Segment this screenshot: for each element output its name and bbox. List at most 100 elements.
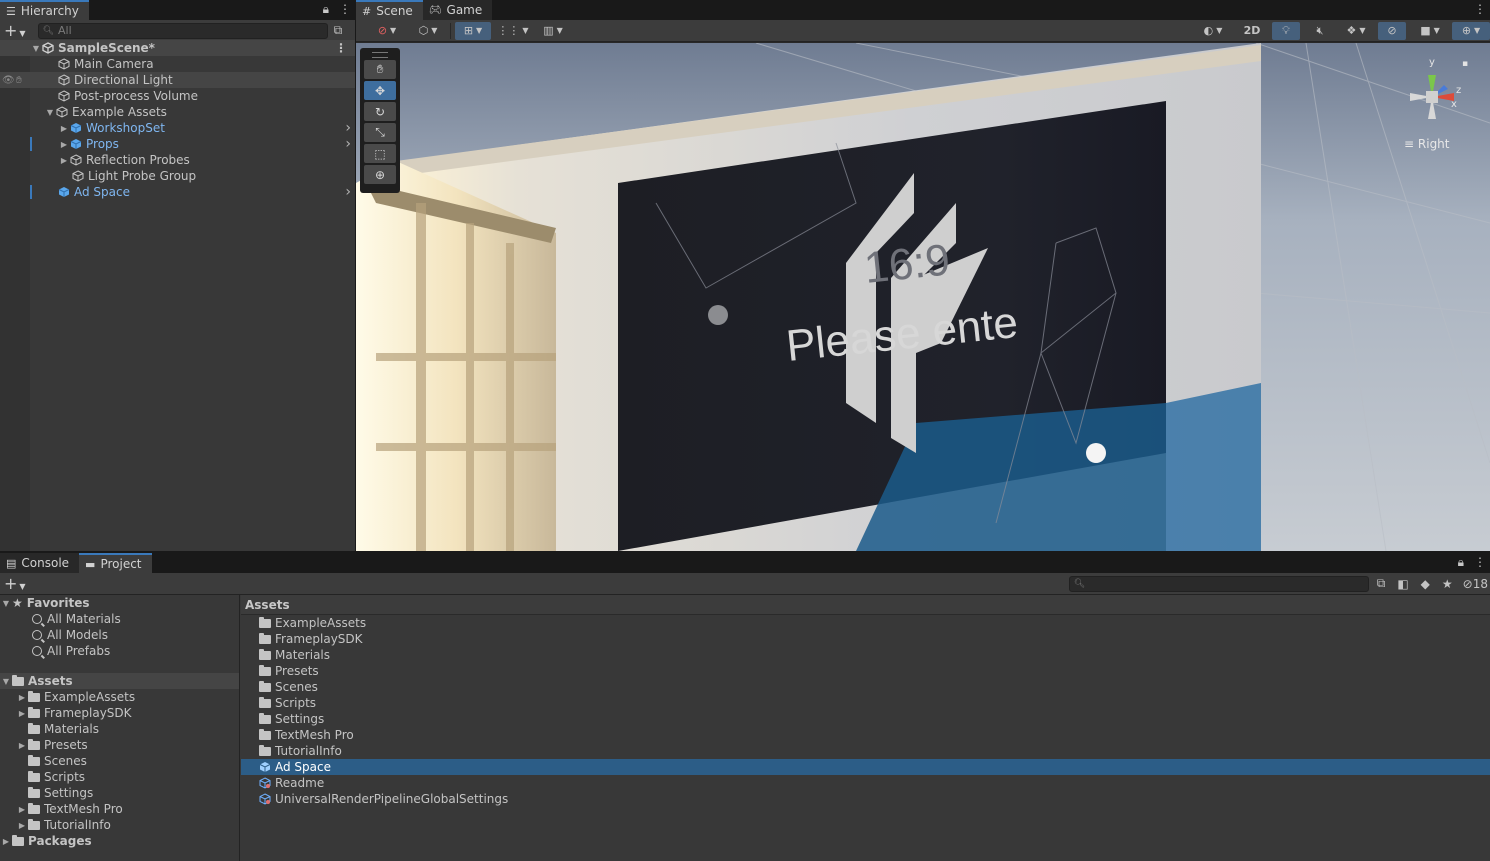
collapse-arrow-icon[interactable]: ▶ bbox=[0, 837, 12, 846]
orientation-gizmo[interactable]: y x z ▪ ≡ Right bbox=[1404, 57, 1468, 151]
collapse-arrow-icon[interactable]: ▶ bbox=[16, 741, 28, 750]
more-menu-icon[interactable]: ⋮ bbox=[1474, 555, 1486, 570]
collapse-arrow-icon[interactable]: ▶ bbox=[58, 156, 70, 165]
grid-toggle[interactable]: ⊞ ▼ bbox=[455, 21, 491, 40]
asset-folder-textmesh-pro[interactable]: TextMesh Pro bbox=[241, 727, 1490, 743]
asset-folder-materials[interactable]: Materials bbox=[241, 647, 1490, 663]
lighting-toggle[interactable]: 💡︎ bbox=[1272, 21, 1300, 40]
packages-tree-header[interactable]: ▶ Packages bbox=[0, 833, 239, 849]
chevron-right-icon[interactable]: › bbox=[345, 184, 351, 200]
favorite-all-materials[interactable]: All Materials bbox=[0, 611, 239, 627]
transform-tool-button[interactable]: ⊕ bbox=[364, 165, 396, 184]
hierarchy-item-directional-light[interactable]: 👁︎ ✋︎ Directional Light bbox=[0, 72, 355, 88]
collapse-arrow-icon[interactable]: ▶ bbox=[58, 140, 70, 149]
asset-folder-frameplaysdk[interactable]: FrameplaySDK bbox=[241, 631, 1490, 647]
hierarchy-item-props[interactable]: ▶ Props › bbox=[0, 136, 355, 152]
pickable-hand-icon[interactable]: ✋︎ bbox=[16, 75, 22, 86]
2d-toggle-button[interactable]: 2D bbox=[1238, 22, 1266, 40]
chevron-right-icon[interactable]: › bbox=[345, 120, 351, 136]
asset-folder-scripts[interactable]: Scripts bbox=[241, 695, 1490, 711]
collapse-arrow-icon[interactable]: ▶ bbox=[58, 124, 70, 133]
move-tool-button[interactable]: ✥ bbox=[364, 81, 396, 100]
more-menu-icon[interactable]: ⋮ bbox=[1474, 2, 1486, 16]
scene-row[interactable]: ▼ SampleScene* ⋮ bbox=[0, 40, 355, 56]
tree-folder-settings[interactable]: Settings bbox=[0, 785, 239, 801]
create-dropdown-button[interactable]: + ▼ bbox=[4, 574, 26, 593]
hierarchy-item-reflection-probes[interactable]: ▶ Reflection Probes bbox=[0, 152, 355, 168]
asset-urp-global-settings[interactable]: UniversalRenderPipelineGlobalSettings bbox=[241, 791, 1490, 807]
asset-folder-scenes[interactable]: Scenes bbox=[241, 679, 1490, 695]
collapse-arrow-icon[interactable]: ▶ bbox=[16, 693, 28, 702]
collapse-arrow-icon[interactable]: ▶ bbox=[16, 805, 28, 814]
more-menu-icon[interactable]: ⋮ bbox=[339, 2, 351, 17]
rotate-tool-button[interactable]: ↻ bbox=[364, 102, 396, 121]
hierarchy-item-workshopset[interactable]: ▶ WorkshopSet › bbox=[0, 120, 355, 136]
tab-game[interactable]: 🎮︎ Game bbox=[422, 0, 493, 20]
camera-dropdown[interactable]: ■ ▼ bbox=[1410, 22, 1450, 40]
audio-toggle[interactable]: 🔇︎ bbox=[1306, 22, 1334, 40]
tree-folder-scripts[interactable]: Scripts bbox=[0, 769, 239, 785]
collapse-arrow-icon[interactable]: ▶ bbox=[16, 709, 28, 718]
tools-handle[interactable] bbox=[372, 52, 388, 58]
shading-dropdown[interactable]: ◐ ▼ bbox=[1194, 22, 1232, 40]
draw-mode-dropdown[interactable]: ⊘ ▼ bbox=[370, 22, 404, 40]
hierarchy-item-example-assets[interactable]: ▼ Example Assets bbox=[0, 104, 355, 120]
asset-folder-settings[interactable]: Settings bbox=[241, 711, 1490, 727]
tree-folder-scenes[interactable]: Scenes bbox=[0, 753, 239, 769]
tree-folder-exampleassets[interactable]: ▶ ExampleAssets bbox=[0, 689, 239, 705]
hierarchy-item-post-process-volume[interactable]: Post-process Volume bbox=[0, 88, 355, 104]
lock-icon[interactable]: 🔒︎ bbox=[1458, 555, 1464, 570]
increment-snap-dropdown[interactable]: ▥ ▼ bbox=[535, 22, 571, 40]
assets-tree-header[interactable]: ▼ Assets bbox=[0, 673, 239, 689]
tree-folder-frameplaysdk[interactable]: ▶ FrameplaySDK bbox=[0, 705, 239, 721]
filter-by-label-icon[interactable]: ◆ bbox=[1421, 577, 1430, 591]
scene-menu-icon[interactable]: ⋮ bbox=[335, 41, 347, 55]
hand-tool-button[interactable]: ✋︎ bbox=[364, 60, 396, 79]
tree-folder-tutorialinfo[interactable]: ▶ TutorialInfo bbox=[0, 817, 239, 833]
hierarchy-item-ad-space[interactable]: Ad Space › bbox=[0, 184, 355, 200]
expand-arrow-icon[interactable]: ▼ bbox=[0, 599, 12, 608]
scene-viewport[interactable]: 16:9 Please ente y x z ▪ ≡ Right bbox=[356, 43, 1490, 551]
view-label[interactable]: ≡ Right bbox=[1404, 137, 1450, 151]
snap-toggle[interactable]: ⋮⋮ ▼ bbox=[495, 22, 531, 40]
tree-folder-textmesh-pro[interactable]: ▶ TextMesh Pro bbox=[0, 801, 239, 817]
favorite-star-icon[interactable]: ★ bbox=[1442, 577, 1453, 591]
chevron-right-icon[interactable]: › bbox=[345, 136, 351, 152]
gizmos-dropdown[interactable]: ⊕ ▼ bbox=[1452, 21, 1490, 40]
hidden-packages-toggle[interactable]: ⊘18 bbox=[1463, 577, 1488, 591]
tab-hierarchy[interactable]: ☰ Hierarchy bbox=[0, 0, 89, 20]
breadcrumb-assets[interactable]: Assets bbox=[245, 598, 290, 612]
tab-project[interactable]: ▬ Project bbox=[79, 553, 152, 573]
scale-tool-button[interactable]: ⤡ bbox=[364, 123, 396, 142]
favorites-header[interactable]: ▼ ★ Favorites bbox=[0, 595, 239, 611]
tree-folder-materials[interactable]: Materials bbox=[0, 721, 239, 737]
asset-folder-tutorialinfo[interactable]: TutorialInfo bbox=[241, 743, 1490, 759]
tree-folder-presets[interactable]: ▶ Presets bbox=[0, 737, 239, 753]
asset-folder-presets[interactable]: Presets bbox=[241, 663, 1490, 679]
lock-icon[interactable]: ▪ bbox=[1462, 59, 1468, 69]
tab-console[interactable]: ▤ Console bbox=[0, 553, 80, 573]
add-dropdown-button[interactable]: + ▼ bbox=[4, 21, 26, 40]
favorite-all-models[interactable]: All Models bbox=[0, 627, 239, 643]
search-options-icon[interactable]: ⧉ bbox=[334, 23, 343, 38]
hierarchy-item-light-probe-group[interactable]: Light Probe Group bbox=[0, 168, 355, 184]
asset-prefab-ad-space[interactable]: Ad Space bbox=[241, 759, 1490, 775]
expand-arrow-icon[interactable]: ▼ bbox=[0, 677, 12, 686]
collapse-arrow-icon[interactable]: ▶ bbox=[16, 821, 28, 830]
hierarchy-search-input[interactable]: 🔍︎ All bbox=[37, 22, 328, 39]
expand-arrow-icon[interactable]: ▼ bbox=[30, 44, 42, 53]
filter-by-type-icon[interactable]: ◧ bbox=[1397, 577, 1408, 591]
rect-tool-button[interactable]: ⬚ bbox=[364, 144, 396, 163]
project-search-input[interactable]: 🔍︎ bbox=[1068, 575, 1369, 592]
hidden-objects-toggle[interactable]: ⊘ bbox=[1378, 21, 1406, 40]
render-mode-dropdown[interactable]: ⬡ ▼ bbox=[410, 22, 446, 40]
favorite-all-prefabs[interactable]: All Prefabs bbox=[0, 643, 239, 659]
search-by-type-icon[interactable]: ⧉ bbox=[1377, 576, 1386, 591]
effects-dropdown[interactable]: ❖ ▼ bbox=[1338, 22, 1374, 40]
asset-folder-exampleassets[interactable]: ExampleAssets bbox=[241, 615, 1490, 631]
tab-scene[interactable]: # Scene bbox=[356, 0, 423, 20]
visibility-eye-icon[interactable]: 👁︎ bbox=[2, 75, 15, 86]
asset-readme[interactable]: Readme bbox=[241, 775, 1490, 791]
expand-arrow-icon[interactable]: ▼ bbox=[44, 108, 56, 117]
lock-icon[interactable]: 🔒︎ bbox=[323, 2, 329, 17]
